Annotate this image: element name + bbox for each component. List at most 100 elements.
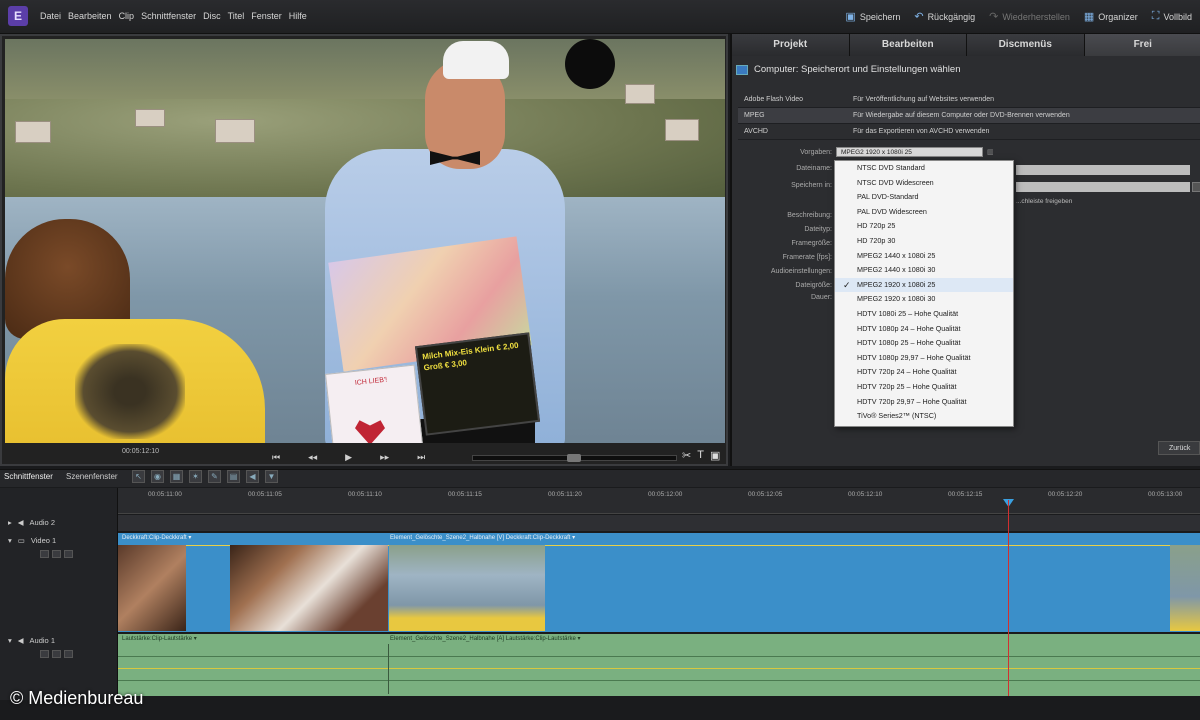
step-back-icon[interactable]: ◂◂ [308,452,317,463]
menu-datei[interactable]: Datei [40,11,61,21]
smartfix-icon[interactable]: ◉ [151,470,164,483]
select-tool-icon[interactable]: ↖ [132,470,145,483]
expand-icon[interactable]: ▾ [8,636,12,645]
paint-icon[interactable]: ✎ [208,470,221,483]
dropdown-item[interactable]: HD 720p 30 [835,234,1013,249]
track-audio2[interactable] [118,515,1200,532]
format-row-flash[interactable]: Adobe Flash Video Für Veröffentlichung a… [738,92,1200,108]
snapshot-icon[interactable]: ▣ [710,449,720,462]
ruler-label: 00:05:11:20 [548,491,582,498]
format-row-avchd[interactable]: AVCHD Für das Exportieren von AVCHD verw… [738,124,1200,140]
track-label: Audio 1 [29,636,55,645]
tab-discmenues[interactable]: Discmenüs [967,34,1085,56]
browse-button[interactable] [1192,182,1200,192]
preset-select[interactable]: MPEG2 1920 x 1080i 25 [836,147,983,157]
format-desc: Für das Exportieren von AVCHD verwenden [853,128,990,135]
tab-freigeben[interactable]: Frei [1084,34,1200,56]
timeline-scrollbar[interactable] [0,700,1200,720]
clip-thumbnail[interactable] [1170,545,1200,631]
tab-schnittfenster[interactable]: Schnittfenster [4,472,53,481]
dropdown-item[interactable]: TiVo® Series2™ (NTSC) [835,409,1013,424]
save-button[interactable]: ▣ Speichern [845,10,900,23]
shuttle-thumb[interactable] [567,454,581,462]
fullscreen-button[interactable]: ⛶ Vollbild [1152,10,1192,23]
clip-thumbnail[interactable] [118,545,186,631]
dropdown-item-label: HDTV 1080p 24 – Hohe Qualität [857,323,961,333]
dropdown-item[interactable]: MPEG2 1440 x 1080i 25 [835,249,1013,264]
dropdown-item[interactable]: HDTV 1080p 29,97 – Hohe Qualität [835,351,1013,366]
preset-options-icon[interactable]: ▥ [987,148,994,156]
tab-bearbeiten[interactable]: Bearbeiten [849,34,967,56]
video-frame[interactable]: Milch Mix-Eis Klein € 2,00 Groß € 3,00 I… [5,39,725,443]
undo-button[interactable]: ↶ Rückgängig [914,10,975,23]
duration-label: Dauer: [810,294,832,301]
menu-hilfe[interactable]: Hilfe [289,11,307,21]
add-keyframe-button[interactable] [52,550,61,558]
dropdown-item[interactable]: HDTV 1080i 25 – Hohe Qualität [835,307,1013,322]
dropdown-item[interactable]: NTSC DVD Widescreen [835,176,1013,191]
track-video1[interactable]: Deckkraft:Clip-Deckkraft ▾ Element_Gelös… [118,533,1200,633]
filename-field[interactable] [1016,165,1190,175]
dropdown-item[interactable]: MPEG2 1440 x 1080i 30 [835,263,1013,278]
scissors-icon[interactable]: ✂ [682,449,691,462]
expand-icon[interactable]: ▾ [8,536,12,545]
dropdown-item[interactable]: PAL DVD-Standard [835,190,1013,205]
preset-dropdown-list: NTSC DVD Standard NTSC DVD Widescreen PA… [834,160,1014,427]
clip-thumbnail[interactable] [230,545,388,631]
tab-szenenfenster[interactable]: Szenenfenster [66,472,118,481]
fullscreen-icon: ⛶ [1151,10,1160,22]
menu-disc[interactable]: Disc [203,11,221,21]
organizer-button[interactable]: ▦ Organizer [1084,10,1138,23]
dropdown-item[interactable]: HDTV 720p 24 – Hohe Qualität [835,365,1013,380]
menu-clip[interactable]: Clip [119,11,135,21]
dropdown-item[interactable]: NTSC DVD Standard [835,161,1013,176]
goto-end-icon[interactable]: ⏭ [417,452,425,463]
volume-line[interactable] [118,668,1200,669]
time-ruler[interactable]: 00:05:11:00 00:05:11:05 00:05:11:10 00:0… [118,488,1200,514]
redo-button[interactable]: ↷ Wiederherstellen [989,10,1070,23]
dropdown-item-label: MPEG2 1920 x 1080i 25 [857,279,936,289]
menu-titel[interactable]: Titel [228,11,245,21]
step-forward-icon[interactable]: ▸▸ [380,452,389,463]
prev-keyframe-button[interactable] [40,650,49,658]
format-row-mpeg[interactable]: MPEG Für Wiedergabe auf diesem Computer … [738,108,1200,124]
track-audio1[interactable]: Lautstärke:Clip-Lautstärke ▾ Element_Gel… [118,634,1200,696]
dropdown-item[interactable]: PAL DVD Widescreen [835,205,1013,220]
dropdown-item[interactable]: HDTV 720p 29,97 – Hohe Qualität [835,395,1013,410]
redo-label: Wiederherstellen [1002,11,1070,22]
fx-icon[interactable]: ✶ [189,470,202,483]
dropdown-item[interactable]: HDTV 1080p 24 – Hohe Qualität [835,322,1013,337]
track-label: Video 1 [30,536,57,545]
monitor-panel: Milch Mix-Eis Klein € 2,00 Groß € 3,00 I… [0,34,728,466]
next-keyframe-button[interactable] [64,650,73,658]
back-button[interactable]: Zurück [1158,441,1200,455]
dropdown-item-label: HDTV 1080p 29,97 – Hohe Qualität [857,352,971,362]
prev-keyframe-button[interactable] [40,550,49,558]
dropdown-item[interactable]: HDTV 720p 25 – Hohe Qualität [835,380,1013,395]
playhead[interactable] [1008,500,1009,696]
tab-projekt[interactable]: Projekt [732,34,850,56]
title-tool-icon[interactable]: T [697,449,704,462]
saveto-field[interactable] [1016,182,1190,192]
menu-bearbeiten[interactable]: Bearbeiten [68,11,112,21]
track-header-audio1[interactable]: ▾ ◀ Audio 1 [8,636,55,645]
menu-fenster[interactable]: Fenster [251,11,282,21]
markers-icon[interactable]: ▦ [170,470,183,483]
marker-icon[interactable]: ▼ [265,470,278,483]
goto-start-icon[interactable]: ⏮ [272,452,280,463]
dropdown-item[interactable]: HD 720p 25 [835,219,1013,234]
dropdown-item[interactable]: HDTV 1080p 25 – Hohe Qualität [835,336,1013,351]
track-header-audio2[interactable]: ▸ ◀ Audio 2 [8,518,55,527]
volume-icon[interactable]: ◀ [246,470,259,483]
menu-schnittfenster[interactable]: Schnittfenster [141,11,196,21]
dropdown-item[interactable]: MPEG2 1920 x 1080i 30 [835,292,1013,307]
add-keyframe-button[interactable] [52,650,61,658]
track-header-video1[interactable]: ▾ ▭ Video 1 [8,536,56,545]
audio-mixer-icon[interactable]: ▤ [227,470,240,483]
dropdown-item-selected[interactable]: ✓ MPEG2 1920 x 1080i 25 [835,277,1013,293]
play-icon[interactable]: ▶ [345,452,352,463]
clip-thumbnail[interactable] [389,545,545,631]
next-keyframe-button[interactable] [64,550,73,558]
saveto-label: Speichern in: [791,182,832,189]
expand-icon[interactable]: ▸ [8,518,12,527]
